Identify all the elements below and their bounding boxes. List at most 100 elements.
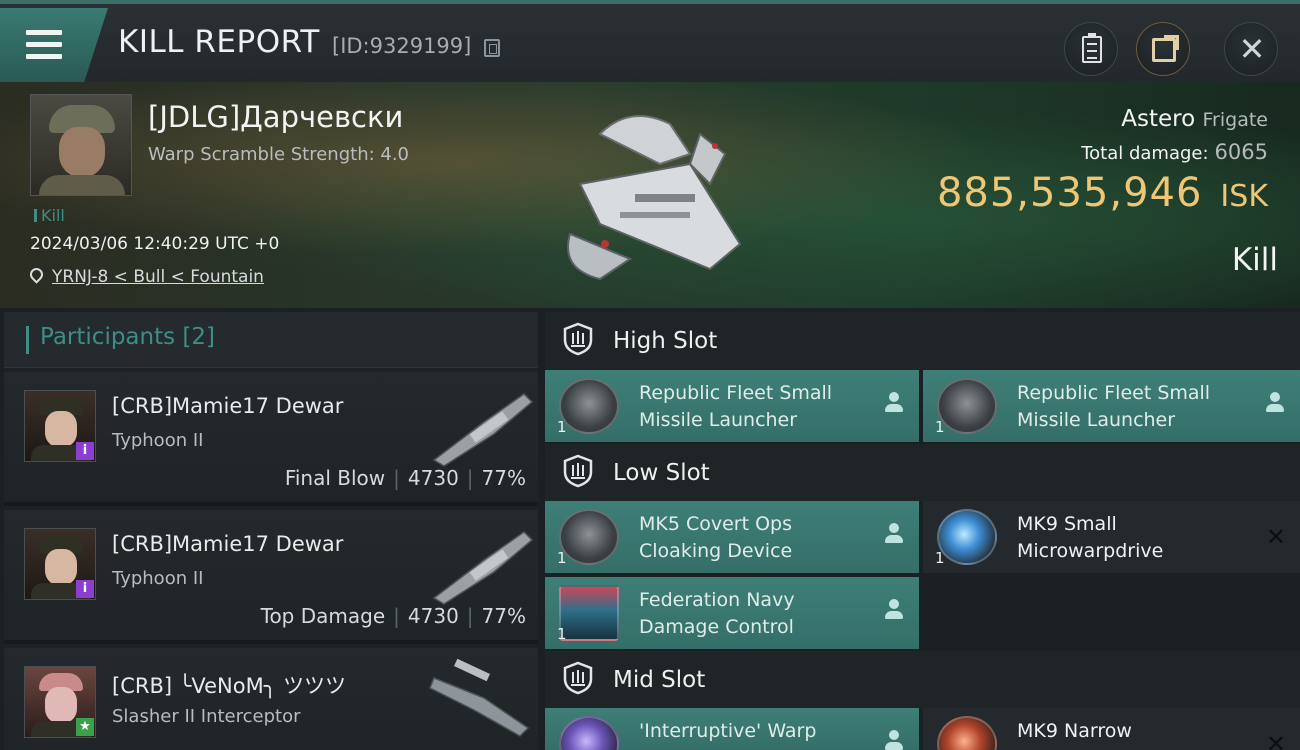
ship-class: Frigate [1202,109,1268,131]
module-name: Republic Fleet Small Missile Launcher [1017,382,1211,431]
share-icon [1152,35,1179,62]
participant-row[interactable]: i [CRB]Mamie17 Dewar Typhoon II Final Bl… [4,372,538,506]
participant-stats: Top Damage | 4730 | 77% [260,604,526,628]
location-pin-icon [27,265,46,284]
participant-ship: Slasher II Interceptor [112,706,301,727]
warp-scramble-strength: Warp Scramble Strength: 4.0 [148,144,410,165]
participant-ship: Typhoon II [112,568,204,589]
victim-name[interactable]: [JDLG]Дарчевски [148,100,403,134]
clipboard-icon [1082,33,1102,63]
module-quantity: 1 [935,418,945,436]
mid-slot-label: Mid Slot [613,667,706,693]
participant-damage: 4730 [407,604,459,628]
fitted-user-icon [885,599,903,621]
participant-ship: Typhoon II [112,430,204,451]
total-damage: Total damage: 6065 [1081,140,1268,164]
cloaking-device-icon [559,509,619,565]
participant-name: [CRB] ╰VeNoM╮ ツツツ [112,674,347,698]
destroyed-x-icon: ✕ [1265,730,1286,750]
module-name: Republic Fleet Small Missile Launcher [639,382,833,431]
result-label: Kill [1231,242,1278,278]
kill-tag: Kill [34,206,65,225]
microwarpdrive-icon [937,509,997,565]
module-quantity: 1 [557,418,567,436]
close-icon: ✕ [1238,30,1266,68]
module-slot[interactable]: 1 MK9 Small Microwarpdrive ✕ [923,501,1300,573]
ship-name[interactable]: Astero [1121,106,1195,132]
participant-row[interactable]: ★ [CRB] ╰VeNoM╮ ツツツ Slasher II Intercept… [4,648,538,750]
module-name: Federation Navy Damage Control [639,589,795,638]
total-damage-label: Total damage: [1081,143,1209,164]
module-name: MK5 Covert Ops Cloaking Device [639,513,793,562]
total-damage-value: 6065 [1214,140,1268,164]
missile-launcher-icon [559,378,619,434]
slot-shield-icon [563,661,593,695]
participant-avatar[interactable]: i [24,528,96,600]
participants-panel: Participants [2] i [CRB]Mamie17 Dewar Ty… [4,312,538,750]
module-name: MK9 Small Microwarpdrive [1017,513,1164,562]
participants-label: Participants [2] [40,324,215,350]
participant-damage: 4730 [407,466,459,490]
participant-name: [CRB]Mamie17 Dewar [112,532,344,556]
location-link[interactable]: YRNJ-8 < Bull < Fountain [52,267,264,287]
low-slot-label: Low Slot [613,460,710,486]
participant-ship-image [429,658,530,737]
copy-icon[interactable] [484,39,500,57]
participant-role: Final Blow [284,466,386,490]
info-badge-icon: i [76,580,94,598]
mid-slot-header: Mid Slot [545,651,1300,709]
hamburger-icon [26,30,62,60]
module-slot[interactable]: 1 Republic Fleet Small Missile Launcher [545,370,919,442]
fitted-user-icon [885,392,903,414]
warp-disruptor-icon [559,716,619,750]
module-slot[interactable]: MK9 Narrow ✕ [923,708,1300,750]
slot-shield-icon [563,454,593,488]
fitted-user-icon [885,523,903,545]
low-slot-header: Low Slot [545,444,1300,502]
close-button[interactable]: ✕ [1224,22,1278,76]
ship-type: Astero Frigate [1121,106,1268,132]
fitted-user-icon [885,730,903,750]
participant-name: [CRB]Mamie17 Dewar [112,394,344,418]
fitted-user-icon [1266,392,1284,414]
module-quantity: 1 [935,549,945,567]
module-quantity: 1 [557,625,567,643]
high-slot-label: High Slot [613,328,718,354]
isk-value: 885,535,946 ISK [937,170,1268,216]
slot-shield-icon [563,322,593,356]
star-badge-icon: ★ [76,718,94,736]
module-quantity: 1 [557,549,567,567]
module-slot[interactable]: 'Interruptive' Warp [545,708,919,750]
participant-avatar[interactable]: i [24,390,96,462]
isk-unit: ISK [1220,179,1268,214]
participant-percent: 77% [481,604,526,628]
isk-amount: 885,535,946 [936,170,1203,216]
module-name: MK9 Narrow [1017,720,1132,742]
kill-timestamp: 2024/03/06 12:40:29 UTC +0 [30,234,280,254]
victim-ship-image[interactable] [540,94,760,294]
participant-percent: 77% [481,466,526,490]
damage-control-icon [559,585,619,641]
info-badge-icon: i [76,442,94,460]
report-id: [ID:9329199] [332,34,472,58]
participant-row[interactable]: i [CRB]Mamie17 Dewar Typhoon II Top Dama… [4,510,538,644]
module-slot[interactable]: 1 MK5 Covert Ops Cloaking Device [545,501,919,573]
participant-role: Top Damage [260,604,386,628]
participant-ship-image [432,393,534,467]
module-name: 'Interruptive' Warp [639,720,817,742]
victim-banner: [JDLG]Дарчевски Warp Scramble Strength: … [0,82,1300,308]
participant-avatar[interactable]: ★ [24,666,96,738]
module-slot[interactable]: 1 Federation Navy Damage Control [545,577,919,649]
victim-portrait[interactable] [30,94,132,196]
top-bar: KILL REPORT [ID:9329199] ✕ [0,0,1300,82]
module-slot[interactable]: 1 Republic Fleet Small Missile Launcher [923,370,1300,442]
participant-stats: Final Blow | 4730 | 77% [284,466,526,490]
clipboard-button[interactable] [1064,22,1118,76]
participants-header: Participants [2] [4,312,538,368]
participant-ship-image [432,531,534,605]
page-title: KILL REPORT [118,24,320,60]
menu-button[interactable] [0,8,108,82]
high-slot-header: High Slot [545,312,1300,370]
narrow-module-icon [937,716,997,750]
share-button[interactable] [1136,22,1190,76]
